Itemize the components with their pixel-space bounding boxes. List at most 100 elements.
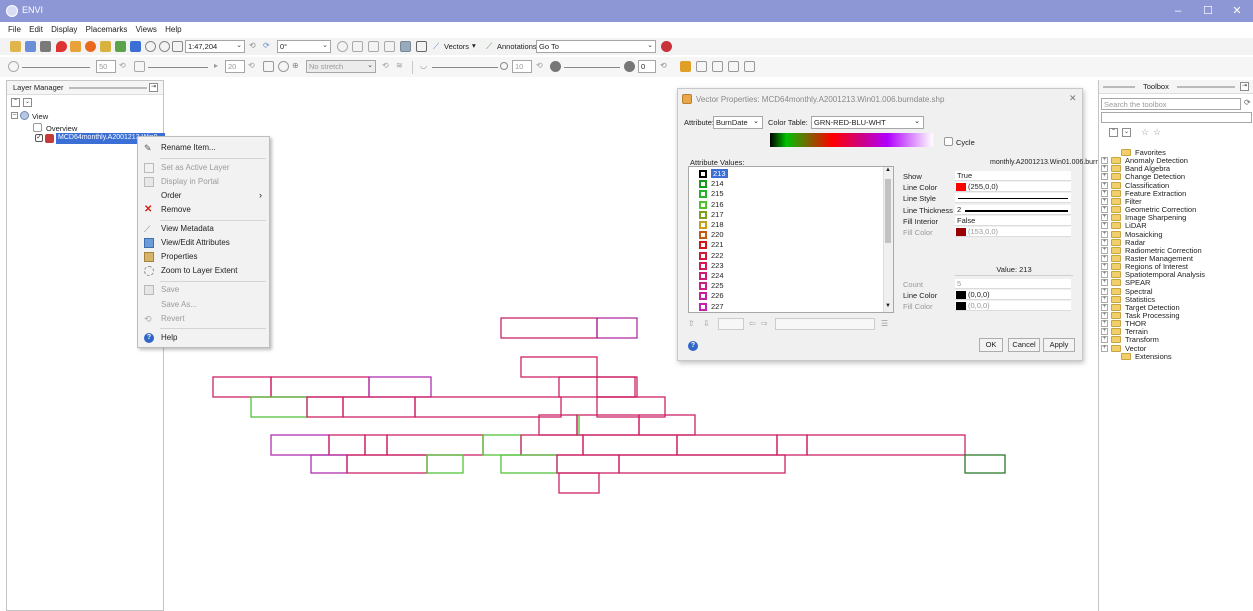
- open-file-icon[interactable]: [10, 41, 21, 52]
- menu-display-in-portal[interactable]: Display in Portal: [138, 175, 269, 189]
- burn-area-polygon[interactable]: [270, 434, 330, 456]
- zoom-in-icon[interactable]: [145, 41, 156, 52]
- view-swipe-icon[interactable]: [728, 61, 739, 72]
- attribute-values-list[interactable]: 213 214 215 216 217 218 220 221 222 223 224 225 226 2…: [688, 166, 894, 313]
- burn-area-polygon[interactable]: [500, 454, 558, 474]
- arrow-right-icon[interactable]: ⇨: [761, 319, 768, 328]
- burn-area-polygon[interactable]: [328, 434, 366, 456]
- property-row[interactable]: Fill Color (0,0,0): [900, 301, 1075, 312]
- goto-combo[interactable]: Go To ⌄: [536, 40, 656, 53]
- property-row[interactable]: Line Color (0,0,0): [900, 290, 1075, 301]
- burn-area-polygon[interactable]: [638, 414, 696, 436]
- expand-node-icon[interactable]: +: [1101, 254, 1108, 262]
- move-down-icon[interactable]: ⇩: [703, 319, 710, 328]
- transparency-field[interactable]: 0: [638, 60, 656, 73]
- property-row[interactable]: Line Thickness 2: [900, 204, 1075, 216]
- layer-manager-icon[interactable]: [40, 41, 51, 52]
- dialog-close-button[interactable]: ✕: [1069, 93, 1077, 104]
- burn-area-polygon[interactable]: [806, 434, 966, 456]
- burn-area-polygon[interactable]: [426, 454, 464, 474]
- expand-node-icon[interactable]: +: [1101, 214, 1108, 222]
- move-up-icon[interactable]: ⇧: [688, 319, 695, 328]
- burn-area-polygon[interactable]: [500, 317, 598, 339]
- pin-panel-icon[interactable]: ⇥: [149, 83, 158, 92]
- tree-view-root[interactable]: View: [32, 112, 48, 121]
- expand-node-icon[interactable]: +: [1101, 189, 1108, 197]
- burn-area-polygon[interactable]: [342, 396, 416, 418]
- apply-button[interactable]: Apply: [1043, 338, 1075, 352]
- filter-input[interactable]: [775, 318, 875, 330]
- expand-node-icon[interactable]: +: [1101, 344, 1108, 352]
- stretch-combo[interactable]: No stretch ⌄: [306, 60, 376, 73]
- menu-save-as[interactable]: Save As...: [138, 298, 269, 312]
- property-value[interactable]: 2: [955, 204, 1071, 215]
- menu-views[interactable]: Views: [133, 22, 160, 34]
- ok-button[interactable]: OK: [979, 338, 1003, 352]
- histogram-icon[interactable]: [263, 61, 274, 72]
- scale-combo[interactable]: 1:47,204 ⌄: [185, 40, 245, 53]
- scroll-thumb[interactable]: [885, 179, 891, 243]
- burn-area-polygon[interactable]: [368, 376, 432, 398]
- collapse-all-icon[interactable]: ⌃: [11, 98, 20, 107]
- menu-placemarks[interactable]: Placemarks: [83, 22, 131, 34]
- refresh-stretch-icon[interactable]: ⟲: [382, 61, 393, 72]
- burn-area-polygon[interactable]: [558, 472, 600, 494]
- property-row[interactable]: Fill Interior False: [900, 215, 1075, 227]
- cancel-button[interactable]: Cancel: [1008, 338, 1040, 352]
- expand-node-icon[interactable]: +: [1101, 246, 1108, 254]
- expand-node-icon[interactable]: +: [1101, 157, 1108, 165]
- menu-edit[interactable]: Edit: [26, 22, 46, 34]
- property-row[interactable]: Fill Color (153,0,0): [900, 227, 1075, 238]
- panel-grip[interactable]: [69, 87, 147, 89]
- attribute-select[interactable]: BurnDate ⌄: [713, 116, 763, 129]
- burn-area-polygon[interactable]: [520, 434, 584, 456]
- expand-all-icon[interactable]: ⌄: [23, 98, 32, 107]
- menu-zoom-to-layer-extent[interactable]: Zoom to Layer Extent: [138, 264, 269, 278]
- burn-area-polygon[interactable]: [346, 454, 428, 474]
- panel-grip[interactable]: [1177, 86, 1235, 88]
- toolbox-filter-bar[interactable]: [1101, 112, 1252, 123]
- property-row[interactable]: Count 5: [900, 279, 1075, 290]
- brightness-field[interactable]: 50: [96, 60, 116, 73]
- burn-area-polygon[interactable]: [576, 414, 640, 436]
- expand-node-icon[interactable]: +: [1101, 303, 1108, 311]
- property-row[interactable]: Show True: [900, 171, 1075, 182]
- panel-grip[interactable]: [1103, 86, 1135, 88]
- expand-node-icon[interactable]: +: [1101, 263, 1108, 271]
- burn-area-polygon[interactable]: [414, 396, 562, 418]
- expand-node-icon[interactable]: +: [1101, 312, 1108, 319]
- tree-overview[interactable]: Overview: [46, 124, 77, 133]
- menu-help[interactable]: ? Help: [138, 331, 269, 345]
- property-value[interactable]: (0,0,0): [955, 290, 1071, 301]
- scroll-down-icon[interactable]: ▼: [885, 303, 891, 309]
- view-blend-icon[interactable]: [696, 61, 707, 72]
- polyline-icon[interactable]: [352, 41, 363, 52]
- rotate-right-icon[interactable]: ⟳: [263, 41, 274, 52]
- cycle-checkbox[interactable]: [944, 137, 953, 146]
- favorite-add-icon[interactable]: ☆: [1141, 127, 1149, 138]
- pin-panel-icon[interactable]: ⇥: [1240, 82, 1249, 91]
- table-icon[interactable]: [416, 41, 427, 52]
- list-options-icon[interactable]: ☰: [881, 319, 888, 328]
- burn-area-polygon[interactable]: [482, 434, 522, 456]
- stretch-type-icon[interactable]: ⊕: [292, 61, 303, 72]
- burn-area-polygon[interactable]: [520, 356, 598, 378]
- burn-area-polygon[interactable]: [306, 396, 344, 418]
- edit-vertex-icon[interactable]: [384, 41, 395, 52]
- property-value[interactable]: [955, 193, 1071, 204]
- burn-area-polygon[interactable]: [212, 376, 272, 398]
- property-row[interactable]: Line Style: [900, 193, 1075, 204]
- property-value[interactable]: True: [955, 171, 1071, 181]
- maximize-button[interactable]: ☐: [1194, 3, 1222, 19]
- menu-order[interactable]: Order ›: [138, 189, 269, 203]
- view-flicker-icon[interactable]: [712, 61, 723, 72]
- expand-all-icon[interactable]: ⌄: [1122, 128, 1131, 137]
- burn-area-polygon[interactable]: [250, 396, 308, 418]
- burn-area-polygon[interactable]: [538, 414, 578, 436]
- data-manager-icon[interactable]: [25, 41, 36, 52]
- menu-properties[interactable]: Properties: [138, 250, 269, 264]
- burn-area-polygon[interactable]: [386, 434, 484, 456]
- color-table-select[interactable]: GRN-RED-BLU-WHT ⌄: [811, 116, 924, 129]
- stretch-settings-icon[interactable]: [278, 61, 289, 72]
- zoom-out-icon[interactable]: [159, 41, 170, 52]
